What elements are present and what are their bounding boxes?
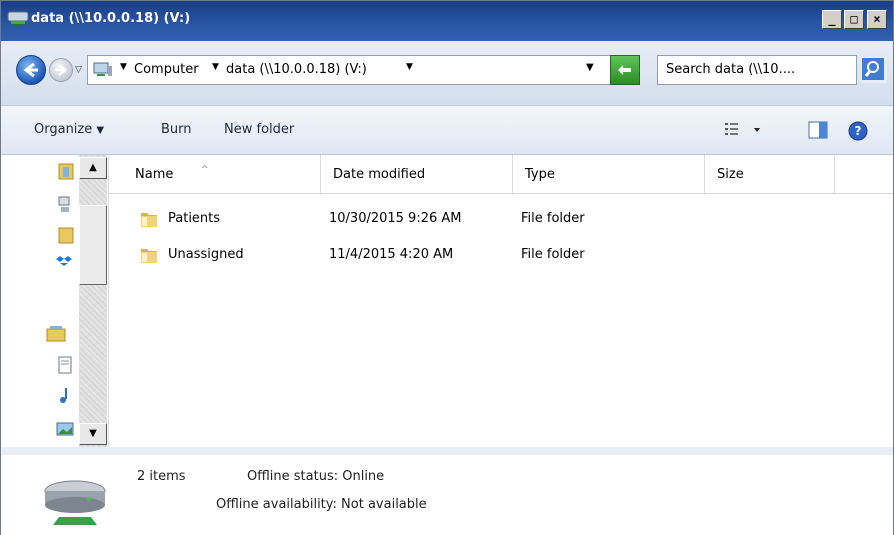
search-placeholder: Search data (\\10.... — [666, 62, 796, 77]
title-bar[interactable]: data (\\10.0.0.18) (V:) _ □ × — [1, 1, 893, 41]
pictures-icon[interactable] — [53, 419, 75, 439]
help-button[interactable]: ? — [847, 120, 869, 146]
view-options-button[interactable] — [723, 120, 767, 144]
file-name: Unassigned — [168, 247, 244, 262]
item-count: 2 items — [137, 469, 186, 484]
scroll-up-button[interactable]: ▲ — [79, 157, 107, 179]
address-history-dropdown[interactable]: ▼ — [586, 62, 594, 73]
burn-button[interactable]: Burn — [161, 122, 192, 137]
command-bar: Organize ▼ Burn New folder ? — [1, 105, 893, 155]
back-button[interactable] — [16, 55, 46, 85]
column-size-label: Size — [717, 167, 744, 182]
scroll-down-button[interactable]: ▼ — [79, 423, 107, 445]
nav-scrollbar[interactable]: ▲ ▼ — [79, 155, 107, 447]
organize-label: Organize — [34, 122, 93, 137]
maximize-button[interactable]: □ — [844, 10, 864, 29]
file-date: 11/4/2015 4:20 AM — [329, 247, 454, 262]
computer-icon — [93, 62, 112, 76]
close-button[interactable]: × — [867, 10, 887, 29]
chevron-down-icon: ▼ — [96, 125, 105, 136]
organize-menu[interactable]: Organize ▼ — [34, 122, 104, 137]
chevron-right-icon[interactable]: ▼ — [212, 62, 219, 72]
forward-button[interactable] — [49, 58, 73, 82]
forward-arrow-icon — [55, 64, 67, 76]
search-input[interactable]: Search data (\\10.... — [657, 55, 857, 85]
column-type-label: Type — [525, 167, 555, 182]
preview-pane-icon — [808, 121, 828, 139]
explorer-window: data (\\10.0.0.18) (V:) _ □ × ▽ ▼ Comput… — [0, 0, 894, 535]
navigation-bar: ▽ ▼ Computer ▼ data (\\10.0.0.18) (V:) ▼… — [1, 41, 893, 105]
documents-icon[interactable] — [53, 355, 75, 375]
file-list[interactable]: Name ^ Date modified Type Size Patients … — [109, 155, 893, 447]
network-drive-icon — [7, 11, 29, 26]
recent-pages-dropdown[interactable]: ▽ — [75, 65, 82, 75]
scroll-thumb[interactable] — [79, 205, 107, 285]
window-title: data (\\10.0.0.18) (V:) — [31, 11, 191, 26]
offline-status: Offline status: Online — [247, 469, 385, 484]
breadcrumb-computer[interactable]: Computer — [134, 62, 199, 77]
offline-availability: Offline availability: Not available — [216, 497, 427, 512]
dropbox-icon[interactable] — [53, 251, 75, 271]
search-button[interactable] — [861, 57, 887, 83]
file-type: File folder — [521, 247, 585, 262]
address-bar[interactable]: ▼ Computer ▼ data (\\10.0.0.18) (V:) ▼ ▼ — [87, 55, 635, 85]
folder-icon[interactable] — [53, 225, 75, 245]
network-icon[interactable] — [53, 195, 75, 215]
preview-pane-button[interactable] — [807, 120, 829, 144]
svg-text:?: ? — [855, 124, 862, 138]
libraries-icon[interactable] — [45, 323, 67, 343]
file-name: Patients — [168, 211, 221, 226]
network-drive-icon — [44, 480, 106, 525]
details-view-icon — [725, 123, 760, 135]
music-icon[interactable] — [53, 385, 75, 405]
details-pane: 2 items Offline status: Online Offline a… — [1, 447, 893, 535]
column-date-label: Date modified — [333, 167, 426, 182]
file-date: 10/30/2015 9:26 AM — [329, 211, 462, 226]
breadcrumb-drive[interactable]: data (\\10.0.0.18) (V:) — [226, 62, 367, 77]
minimize-button[interactable]: _ — [822, 10, 842, 29]
column-header-row: Name ^ Date modified Type Size — [109, 155, 893, 194]
table-row[interactable]: Patients 10/30/2015 9:26 AM File folder — [109, 203, 893, 237]
table-row[interactable]: Unassigned 11/4/2015 4:20 AM File folder — [109, 239, 893, 273]
column-type[interactable]: Type — [513, 155, 705, 193]
back-arrow-icon — [23, 62, 38, 78]
search-icon — [862, 58, 884, 80]
column-date-modified[interactable]: Date modified — [321, 155, 513, 193]
file-type: File folder — [521, 211, 585, 226]
new-folder-button[interactable]: New folder — [224, 122, 294, 137]
refresh-button[interactable] — [610, 55, 640, 85]
help-icon: ? — [848, 121, 868, 141]
folder-icon — [141, 249, 157, 263]
chevron-down-icon[interactable]: ▼ — [406, 62, 413, 72]
column-name[interactable]: Name ^ — [123, 155, 321, 193]
folder-icon[interactable] — [53, 161, 75, 181]
refresh-icon — [618, 65, 631, 75]
sort-ascending-icon: ^ — [201, 165, 209, 175]
folder-icon — [141, 213, 157, 227]
column-name-label: Name — [135, 167, 174, 182]
column-size[interactable]: Size — [705, 155, 835, 193]
chevron-right-icon[interactable]: ▼ — [120, 62, 127, 72]
